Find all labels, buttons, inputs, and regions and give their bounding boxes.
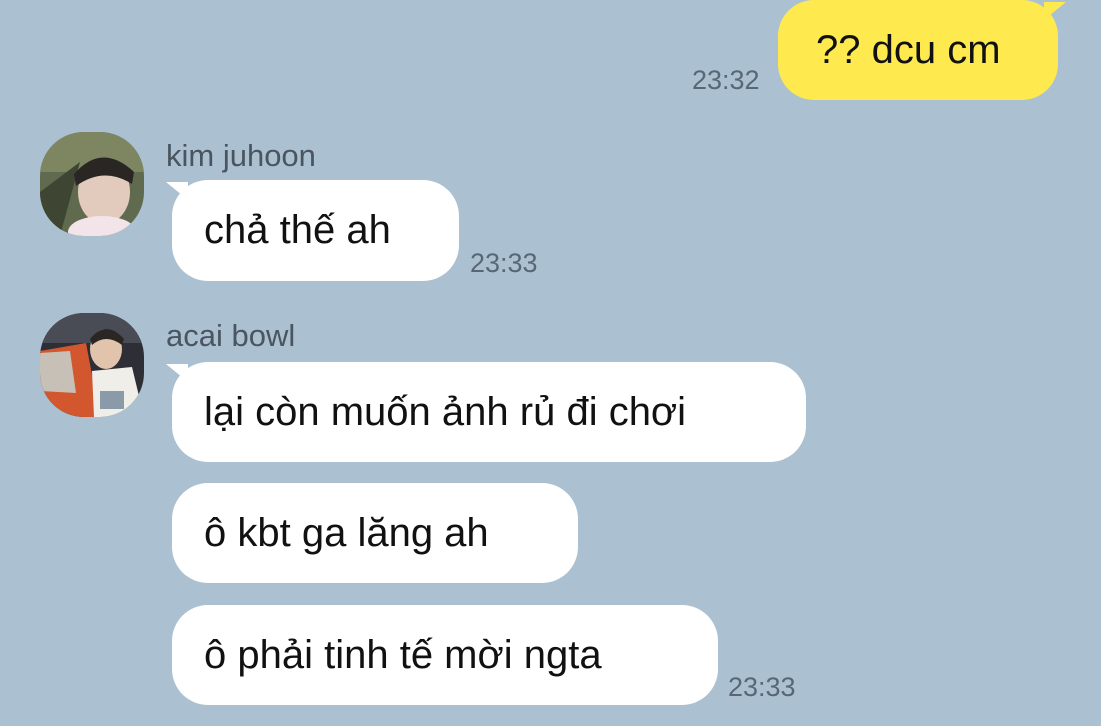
chat-window: ?? dcu cm 23:32 kim juhoon chả thế ah 23… [0,0,1101,726]
avatar-kim-juhoon[interactable] [40,132,144,236]
incoming-message-bubble[interactable]: ô kbt ga lăng ah [172,483,578,583]
sender-name-kim-juhoon: kim juhoon [166,138,316,173]
incoming-message-bubble[interactable]: ô phải tinh tế mời ngta [172,605,718,705]
profile-photo-icon [40,313,144,417]
profile-photo-icon [40,132,144,236]
outgoing-message-text: ?? dcu cm [816,27,1001,72]
incoming-message-bubble[interactable]: chả thế ah [172,180,459,281]
sender-name-acai-bowl: acai bowl [166,318,296,353]
incoming-message-text: chả thế ah [204,208,391,252]
outgoing-message-bubble[interactable]: ?? dcu cm [778,0,1058,100]
outgoing-message-time: 23:32 [692,65,760,95]
incoming-message-time: 23:33 [728,672,796,702]
avatar-acai-bowl[interactable] [40,313,144,417]
incoming-message-text: ô kbt ga lăng ah [204,510,489,555]
incoming-message-text: lại còn muốn ảnh rủ đi chơi [204,389,687,434]
incoming-message-bubble[interactable]: lại còn muốn ảnh rủ đi chơi [172,362,806,462]
incoming-message-text: ô phải tinh tế mời ngta [204,632,602,677]
incoming-message-time: 23:33 [470,248,538,278]
